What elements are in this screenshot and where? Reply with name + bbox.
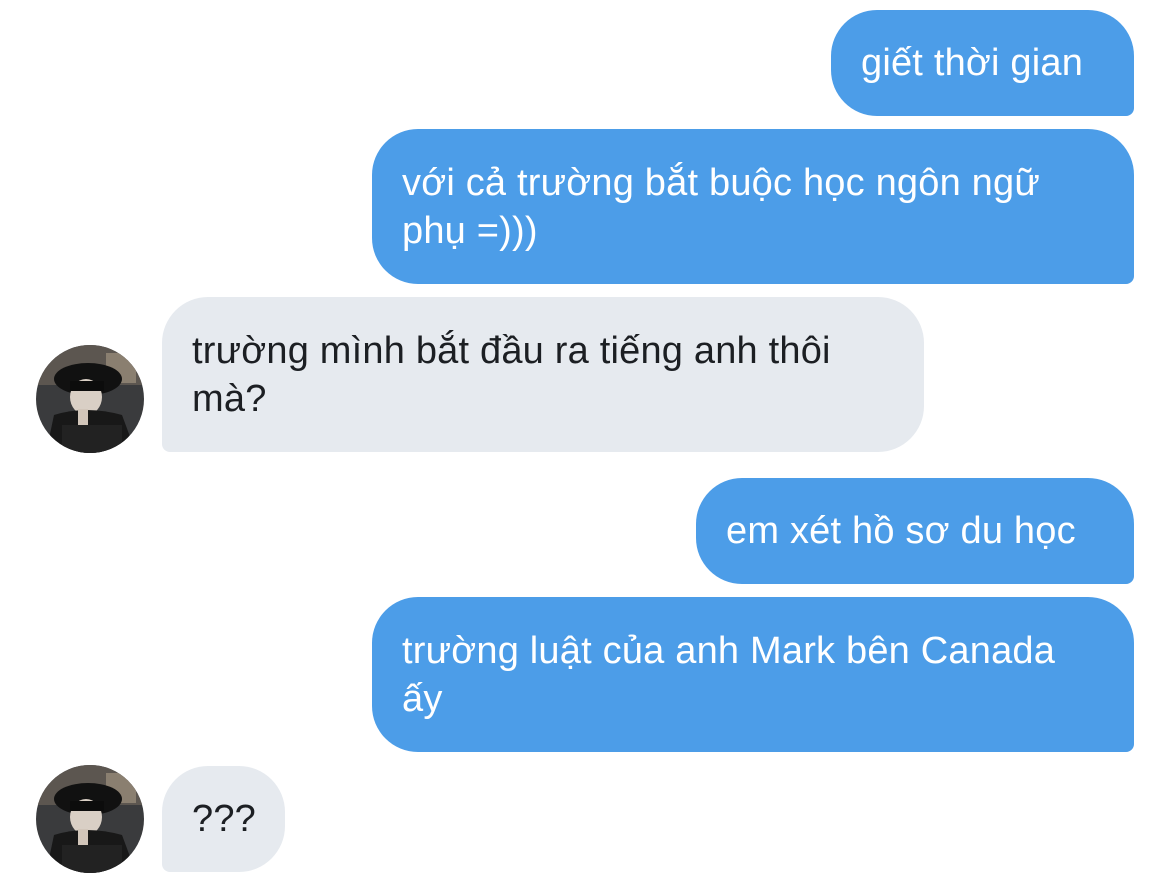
received-message-bubble[interactable]: trường mình bắt đầu ra tiếng anh thôi mà… <box>162 297 924 452</box>
sent-message-bubble[interactable]: giết thời gian <box>831 10 1134 116</box>
sent-message-bubble[interactable]: với cả trường bắt buộc học ngôn ngữ phụ … <box>372 129 1134 284</box>
sent-message-bubble[interactable]: em xét hồ sơ du học <box>696 478 1134 584</box>
avatar-image <box>36 765 144 873</box>
avatar-image <box>36 345 144 453</box>
message-text: giết thời gian <box>861 42 1084 84</box>
received-message-bubble[interactable]: ??? <box>162 766 285 872</box>
message-text: với cả trường bắt buộc học ngôn ngữ phụ … <box>402 161 1040 252</box>
sent-message-bubble[interactable]: trường luật của anh Mark bên Canada ấy <box>372 597 1134 752</box>
message-text: ??? <box>192 798 257 840</box>
message-text: trường mình bắt đầu ra tiếng anh thôi mà… <box>192 329 831 420</box>
contact-avatar[interactable] <box>36 765 144 873</box>
contact-avatar[interactable] <box>36 345 144 453</box>
message-text: trường luật của anh Mark bên Canada ấy <box>402 629 1056 720</box>
message-text: em xét hồ sơ du học <box>726 510 1076 552</box>
